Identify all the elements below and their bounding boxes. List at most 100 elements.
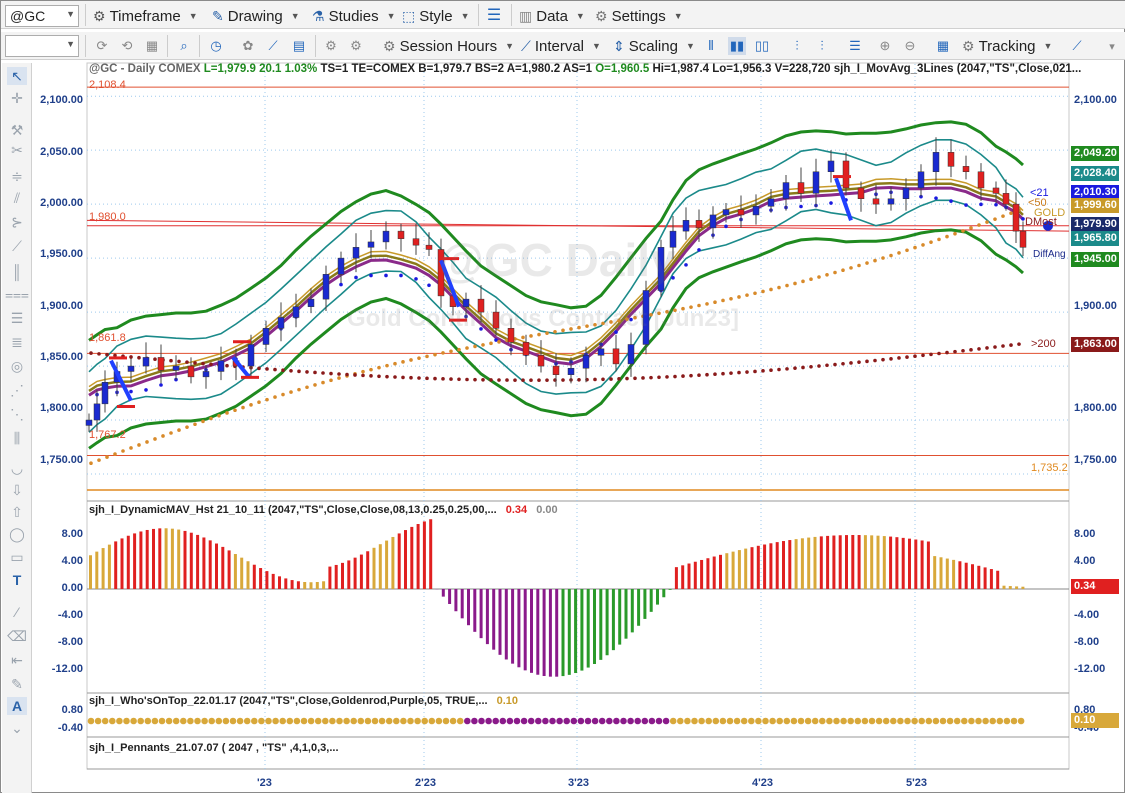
whos-on-top-dot [258,718,265,725]
app-window: @GC ▼ ⚙Timeframe▼ ✎Drawing▼ ⚗Studies▼ ⬚S… [0,0,1125,793]
ma200-dot [321,371,325,375]
ma200-dot [657,375,661,379]
hist-bar [177,530,180,589]
candle [583,355,589,368]
ind1-tick-right: 8.00 [1074,528,1095,540]
ind1-tick-right: -8.00 [1074,636,1099,648]
ma200-dot [265,367,269,371]
watermark-subtitle: Gold Continuous Contract [Jun23] [347,305,739,333]
hist-bar [284,578,287,589]
ma50-dot [329,379,333,383]
whos-on-top-dot [876,718,883,725]
hist-bar [360,555,363,589]
x-tick: 2'23 [415,777,436,789]
hist-bar [354,558,357,589]
hist-bar [347,560,350,589]
price-tag: 2,028.40 [1071,166,1119,181]
y-tick-left: 1,950.00 [39,248,83,260]
candle [963,166,969,171]
hist-bar [335,565,338,589]
hist-bar [165,528,168,589]
ma200-dot [201,362,205,366]
ma200-dot [169,359,173,363]
ind1-value: 0.34 [506,504,527,516]
ma200-dot [537,378,541,382]
whos-on-top-dot [365,718,372,725]
whos-on-top-dot [450,718,457,725]
hist-bar [751,547,754,589]
whos-on-top-dot [975,718,982,725]
whos-on-top-dot [691,718,698,725]
ma200-dot [689,374,693,378]
candle [738,210,744,215]
whos-on-top-dot [393,718,400,725]
y-tick-left: 1,850.00 [39,351,83,363]
candle [696,220,702,228]
whos-on-top-dot [123,718,130,725]
whos-on-top-dot [287,718,294,725]
ma50-dot [881,256,885,260]
hist-bar [908,539,911,589]
candle [323,274,329,299]
ma50-dot [289,390,293,394]
hist-bar [316,582,319,589]
price-tag: 1,999.60 [1071,198,1119,213]
ind1-value2: 0.00 [536,504,557,516]
ma200-dot [745,370,749,374]
ma200-label: >200 [1031,338,1056,350]
ma200-dot [873,359,877,363]
ma50-dot [113,452,117,456]
ma200-dot [1017,342,1021,346]
hist-bar [877,536,880,589]
candle [203,371,209,376]
ind2-title: sjh_I_Who'sOnTop_22.01.17 (2047,"TS",Clo… [89,695,518,707]
whos-on-top-dot [663,718,670,725]
ma200-dot [985,346,989,350]
ma200-dot [289,369,293,373]
ind2-tag: 0.10 [1071,713,1119,728]
ma200-dot [905,355,909,359]
ma200-dot [281,368,285,372]
whos-on-top-dot [613,718,620,725]
hist-bar [662,589,665,597]
candle [723,210,729,215]
whos-on-top-dot [592,718,599,725]
whos-on-top-dot [429,718,436,725]
ma50-dot [985,220,989,224]
hist-bar [480,589,483,638]
hline-label: 1,980.0 [89,211,126,223]
hline-label: 1,861.8 [89,332,126,344]
ask: A=1,980.2 [507,63,560,75]
candle [158,357,164,370]
ma21-dot [427,283,431,287]
candle [413,239,419,245]
ma200-dot [409,376,413,380]
hist-bar [946,559,949,589]
whos-on-top-dot [833,718,840,725]
ma200-dot [137,356,141,360]
hist-bar [499,589,502,655]
hist-bar [832,536,835,589]
whos-on-top-dot [954,718,961,725]
ma200-dot [193,361,197,365]
whos-on-top-dot [997,718,1004,725]
ma50-dot [217,414,221,418]
ma50-dot [857,264,861,268]
hist-bar [278,576,281,589]
whos-on-top-dot [521,718,528,725]
price-chart[interactable] [1,1,1125,794]
ma21-dot [384,274,388,278]
whos-on-top-dot [634,718,641,725]
price-tag: 2,049.20 [1071,146,1119,161]
ma50-dot [401,360,405,364]
ma200-dot [417,376,421,380]
ma50-dot [905,248,909,252]
hist-bar [625,589,628,639]
ma50-dot [433,353,437,357]
hist-bar [341,563,344,589]
ind1-tick: -12.00 [39,663,83,675]
whos-on-top-dot [656,718,663,725]
whos-on-top-dot [670,718,677,725]
ma200-dot [817,364,821,368]
ma200-dot [305,370,309,374]
